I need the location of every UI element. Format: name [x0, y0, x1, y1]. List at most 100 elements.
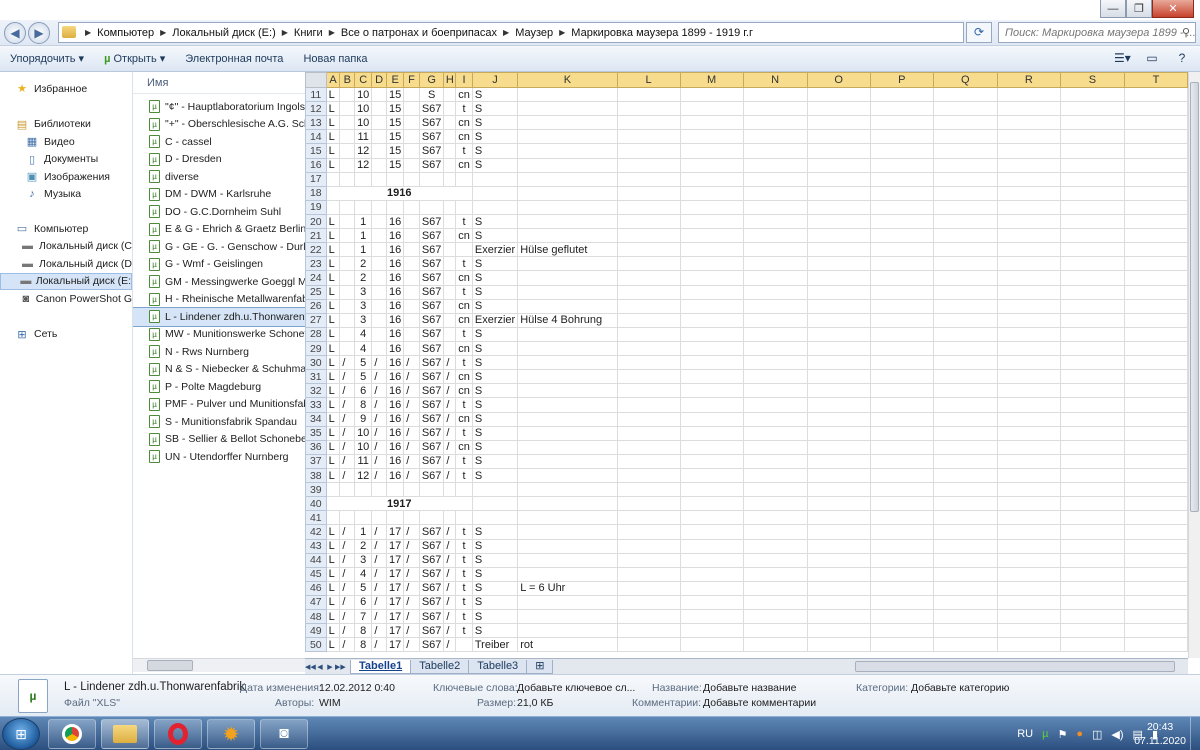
cell[interactable] — [616, 157, 681, 173]
cell[interactable] — [679, 383, 744, 399]
cell[interactable]: / — [339, 411, 356, 427]
cell[interactable] — [996, 115, 1061, 131]
cell[interactable] — [869, 524, 934, 540]
cell[interactable] — [996, 524, 1061, 540]
flag-icon[interactable]: ⚑ — [1057, 728, 1067, 741]
cell[interactable]: 16 — [385, 411, 405, 427]
cell[interactable]: 10 — [354, 425, 373, 441]
nav-drive-d[interactable]: ▬ Локальный диск (D — [0, 255, 132, 273]
cell[interactable]: / — [403, 552, 420, 568]
category-value[interactable]: Добавьте категорию — [911, 682, 1009, 694]
cell[interactable] — [371, 157, 387, 173]
cell[interactable] — [1059, 467, 1125, 484]
cell[interactable] — [1059, 552, 1125, 568]
cell[interactable]: / — [403, 538, 420, 554]
cell[interactable] — [996, 439, 1061, 455]
cell[interactable] — [616, 524, 681, 540]
cell[interactable] — [996, 467, 1061, 484]
cell[interactable] — [806, 383, 871, 399]
cell[interactable]: / — [443, 467, 457, 484]
nav-images[interactable]: ▣ Изображения — [0, 168, 132, 186]
name-column-header[interactable]: Имя — [133, 72, 305, 94]
cell[interactable]: 16 — [385, 383, 405, 399]
file-item[interactable]: µ C - cassel — [133, 133, 305, 151]
cell[interactable] — [517, 609, 618, 625]
cell[interactable] — [679, 538, 744, 554]
cell[interactable] — [517, 496, 618, 512]
cell[interactable] — [806, 496, 871, 512]
cell[interactable]: / — [339, 397, 356, 413]
cell[interactable] — [371, 228, 387, 244]
cell[interactable] — [996, 340, 1061, 357]
cell[interactable]: / — [403, 609, 420, 625]
row-header[interactable]: 29 — [305, 340, 327, 357]
cell[interactable] — [1059, 284, 1125, 300]
minimize-button[interactable]: — — [1100, 0, 1126, 18]
cell[interactable]: 17 — [385, 580, 405, 596]
cell[interactable]: / — [371, 594, 387, 611]
insert-sheet-icon[interactable]: ⊞ — [526, 659, 554, 674]
cell[interactable] — [403, 510, 420, 526]
cell[interactable]: S — [471, 538, 519, 554]
cell[interactable]: L — [325, 242, 341, 258]
cell[interactable] — [869, 312, 934, 328]
cell[interactable] — [869, 270, 934, 286]
cell[interactable]: 16 — [385, 312, 405, 328]
cell[interactable] — [443, 340, 457, 357]
cell[interactable] — [742, 439, 808, 455]
row-header[interactable]: 22 — [305, 242, 327, 258]
cell[interactable] — [806, 453, 871, 469]
cell[interactable]: / — [371, 637, 387, 653]
cell[interactable]: 7 — [354, 609, 373, 625]
cell[interactable]: S67 — [418, 101, 445, 117]
cell[interactable]: cn — [455, 228, 473, 244]
cell[interactable] — [869, 552, 934, 568]
cell[interactable] — [371, 510, 387, 526]
cell[interactable]: 11 — [354, 129, 373, 145]
cell[interactable]: S — [471, 228, 519, 244]
cell[interactable] — [932, 425, 998, 441]
cell[interactable]: t — [455, 143, 473, 159]
row-header[interactable]: 45 — [305, 566, 327, 582]
cell[interactable] — [932, 101, 998, 117]
row-header[interactable]: 42 — [305, 524, 327, 540]
cell[interactable]: / — [403, 524, 420, 540]
cell[interactable] — [679, 425, 744, 441]
sheet-tab[interactable]: Tabelle3 — [468, 659, 528, 674]
cell[interactable] — [806, 580, 871, 596]
cell[interactable]: / — [403, 594, 420, 611]
cell[interactable]: 15 — [385, 129, 405, 145]
cell[interactable]: S67 — [418, 425, 445, 441]
cell[interactable] — [806, 566, 871, 582]
cell[interactable]: / — [403, 623, 420, 639]
breadcrumb-item[interactable]: Маркировка маузера 1899 - 1919 г.г — [571, 27, 753, 39]
cell[interactable] — [996, 228, 1061, 244]
cell[interactable] — [443, 199, 457, 215]
cell[interactable]: S — [471, 270, 519, 286]
cell[interactable]: / — [371, 369, 387, 385]
cell[interactable]: / — [371, 566, 387, 582]
chrome-taskbar-button[interactable] — [48, 719, 96, 749]
cell[interactable] — [869, 185, 934, 201]
cell[interactable]: S — [471, 256, 519, 272]
cell[interactable] — [616, 284, 681, 300]
cell[interactable]: 12 — [354, 467, 373, 484]
cell[interactable] — [932, 524, 998, 540]
cell[interactable] — [679, 369, 744, 385]
cell[interactable] — [1123, 157, 1188, 173]
column-header[interactable]: M — [679, 72, 744, 88]
cell[interactable]: S67 — [418, 524, 445, 540]
cell[interactable] — [371, 312, 387, 328]
cell[interactable] — [517, 157, 618, 173]
cell[interactable] — [517, 623, 618, 639]
cell[interactable] — [403, 143, 420, 159]
cell[interactable] — [742, 397, 808, 413]
cell[interactable]: S — [471, 609, 519, 625]
cell[interactable]: 4 — [354, 340, 373, 357]
cell[interactable] — [869, 453, 934, 469]
cell[interactable] — [616, 580, 681, 596]
cell[interactable]: S67 — [418, 369, 445, 385]
cell[interactable] — [455, 242, 473, 258]
row-header[interactable]: 19 — [305, 199, 327, 215]
cell[interactable] — [403, 270, 420, 286]
